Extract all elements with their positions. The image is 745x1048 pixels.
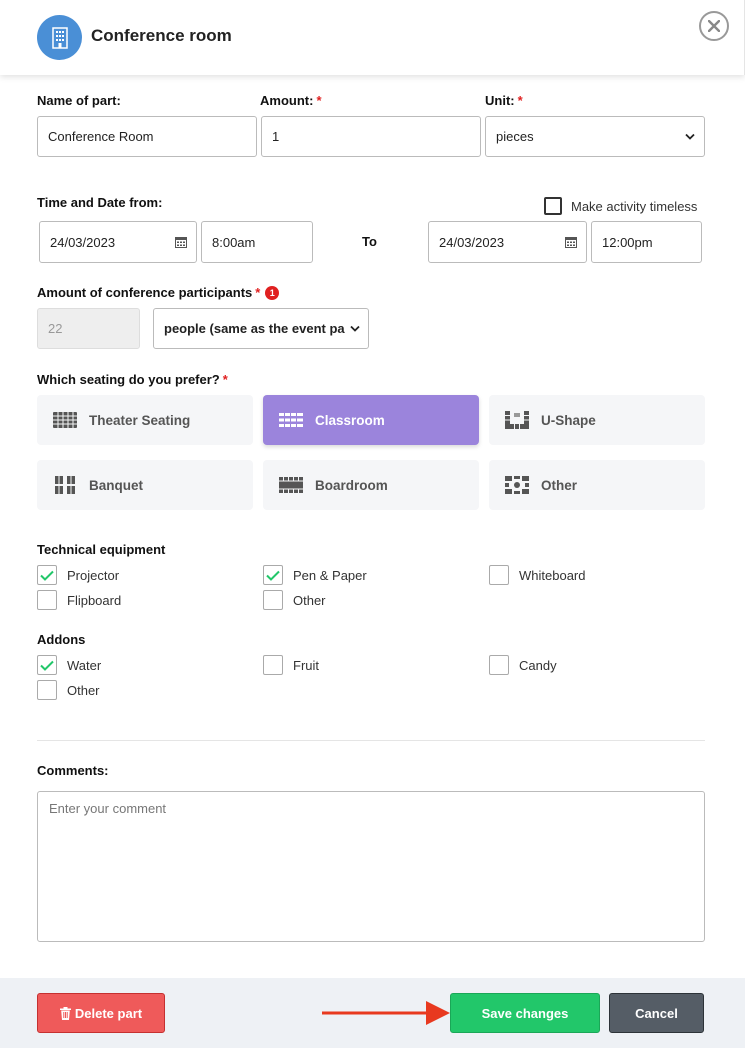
to-date-input[interactable]: 24/03/2023 — [428, 221, 587, 263]
to-label: To — [362, 234, 377, 249]
equipment-whiteboard-checkbox[interactable]: Whiteboard — [489, 565, 585, 585]
close-icon — [708, 20, 720, 32]
check-icon — [40, 660, 54, 671]
seating-option-theater[interactable]: Theater Seating — [37, 395, 253, 445]
banquet-icon — [55, 476, 75, 494]
error-badge: 1 — [265, 285, 280, 300]
seating-option-other[interactable]: Other — [489, 460, 705, 510]
cancel-button[interactable]: Cancel — [609, 993, 704, 1033]
to-time-input[interactable]: 12:00pm — [591, 221, 702, 263]
addon-other-checkbox[interactable]: Other — [37, 680, 100, 700]
unit-label: Unit: * — [485, 93, 523, 108]
seating-option-boardroom[interactable]: Boardroom — [263, 460, 479, 510]
unit-select[interactable]: pieces — [485, 116, 705, 157]
amount-label: Amount: * — [260, 93, 322, 108]
comments-label: Comments: — [37, 763, 109, 778]
calendar-icon — [175, 236, 187, 248]
equipment-pen-paper-checkbox[interactable]: Pen & Paper — [263, 565, 367, 585]
u-shape-icon — [505, 411, 529, 429]
section-divider — [37, 740, 705, 741]
addon-candy-checkbox[interactable]: Candy — [489, 655, 557, 675]
addon-fruit-checkbox[interactable]: Fruit — [263, 655, 319, 675]
time-date-label: Time and Date from: — [37, 195, 163, 210]
from-time-input[interactable]: 8:00am — [201, 221, 313, 263]
boardroom-icon — [279, 477, 303, 493]
name-of-part-label: Name of part: — [37, 93, 121, 108]
chevron-down-icon — [348, 325, 360, 332]
theater-seating-icon — [53, 412, 77, 428]
comments-textarea[interactable] — [37, 791, 705, 942]
timeless-checkbox[interactable]: Make activity timeless — [544, 197, 697, 215]
check-icon — [40, 570, 54, 581]
seating-option-u-shape[interactable]: U-Shape — [489, 395, 705, 445]
seating-label: Which seating do you prefer? * — [37, 372, 228, 387]
arrow-annotation-icon — [322, 1001, 450, 1025]
modal-header: Conference room — [0, 0, 745, 75]
participants-unit-select[interactable]: people (same as the event pa — [153, 308, 369, 349]
name-of-part-input[interactable]: Conference Room — [37, 116, 257, 157]
addons-label: Addons — [37, 632, 86, 647]
trash-icon — [59, 1006, 71, 1020]
calendar-icon — [565, 236, 577, 248]
save-changes-button[interactable]: Save changes — [450, 993, 600, 1033]
participants-count-input: 22 — [37, 308, 140, 349]
chevron-down-icon — [685, 133, 695, 140]
equipment-flipboard-checkbox[interactable]: Flipboard — [37, 590, 121, 610]
classroom-icon — [279, 413, 303, 427]
equipment-other-checkbox[interactable]: Other — [263, 590, 326, 610]
modal-title: Conference room — [91, 26, 232, 45]
addon-water-checkbox[interactable]: Water — [37, 655, 101, 675]
close-button[interactable] — [699, 11, 729, 41]
equipment-label: Technical equipment — [37, 542, 166, 557]
other-seating-icon — [505, 476, 529, 494]
seating-option-banquet[interactable]: Banquet — [37, 460, 253, 510]
check-icon — [266, 570, 280, 581]
equipment-projector-checkbox[interactable]: Projector — [37, 565, 119, 585]
building-icon — [37, 15, 82, 60]
amount-input[interactable]: 1 — [261, 116, 481, 157]
from-date-input[interactable]: 24/03/2023 — [39, 221, 197, 263]
seating-option-classroom[interactable]: Classroom — [263, 395, 479, 445]
participants-label: Amount of conference participants * 1 — [37, 285, 280, 300]
delete-part-button[interactable]: Delete part — [37, 993, 165, 1033]
